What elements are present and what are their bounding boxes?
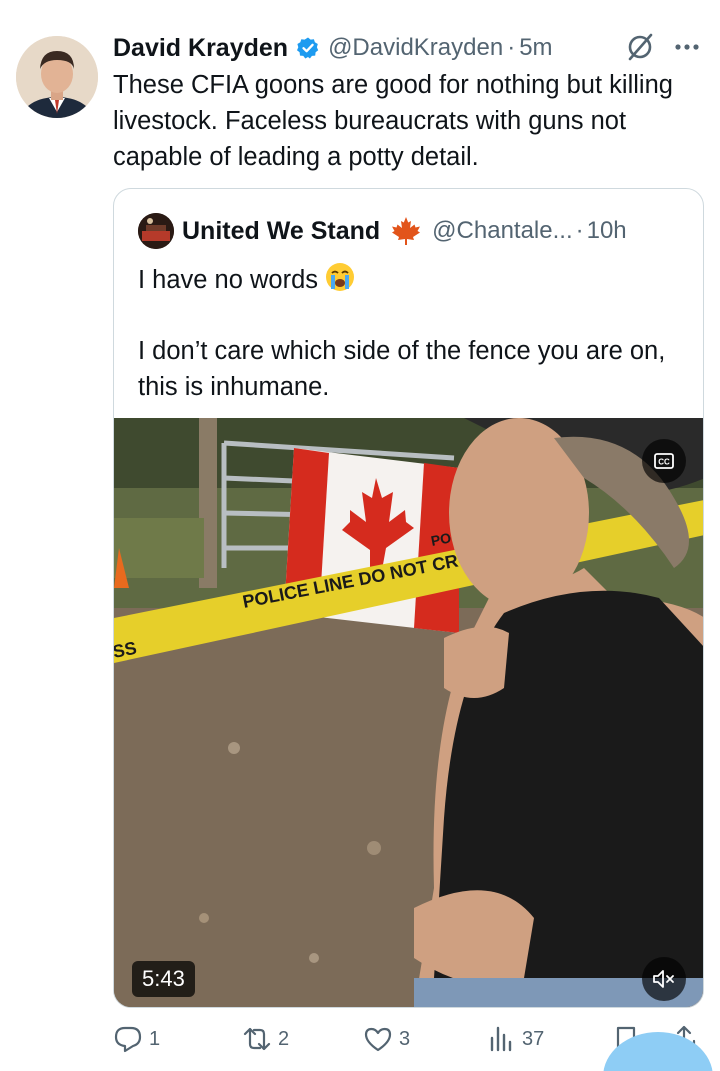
- svg-text:CC: CC: [658, 458, 670, 467]
- verified-badge-icon: [296, 36, 320, 60]
- reply-count: 1: [149, 1027, 161, 1050]
- quoted-tweet[interactable]: United We Stand @Chantale... · 10h I hav…: [113, 188, 704, 1008]
- separator-dot: ·: [507, 34, 516, 61]
- captions-button[interactable]: CC: [642, 439, 686, 483]
- reply-button[interactable]: 1: [113, 1024, 160, 1054]
- more-options-icon[interactable]: [672, 34, 702, 60]
- like-count: 3: [399, 1027, 411, 1050]
- captions-icon: CC: [654, 453, 674, 469]
- tweet[interactable]: David Krayden @DavidKrayden · 5m These C…: [0, 0, 720, 1071]
- reply-icon: [114, 1026, 142, 1053]
- quoted-author-handle: @Chantale...: [432, 217, 573, 244]
- analytics-icon: [490, 1026, 512, 1052]
- quoted-tweet-text-line1: I have no words: [138, 261, 683, 298]
- grok-icon[interactable]: [625, 32, 655, 62]
- quoted-tweet-header: United We Stand @Chantale... · 10h: [138, 213, 627, 249]
- video-frame: POLICE LINE DO NOT CROSS POLICE SS: [114, 418, 703, 1007]
- repost-count: 2: [278, 1027, 290, 1050]
- quoted-author-avatar[interactable]: [138, 213, 174, 249]
- author-name[interactable]: David Krayden: [113, 34, 288, 63]
- quoted-tweet-text-line2: I don’t care which side of the fence you…: [138, 337, 666, 401]
- like-button[interactable]: 3: [363, 1024, 410, 1054]
- views-button[interactable]: 37: [486, 1024, 544, 1054]
- video-player[interactable]: POLICE LINE DO NOT CROSS POLICE SS CC 5:…: [114, 418, 703, 1007]
- author-avatar[interactable]: [16, 36, 98, 118]
- tweet-time[interactable]: 5m: [519, 34, 552, 62]
- tweet-text: These CFIA goons are good for nothing bu…: [113, 71, 673, 171]
- separator-dot: ·: [575, 217, 584, 244]
- views-count: 37: [522, 1027, 545, 1050]
- author-handle[interactable]: @DavidKrayden: [328, 34, 503, 62]
- crying-face-icon: [324, 261, 356, 293]
- quoted-tweet-time: 10h: [586, 217, 627, 244]
- mute-button[interactable]: [642, 957, 686, 1001]
- repost-button[interactable]: 2: [242, 1024, 289, 1054]
- heart-icon: [364, 1027, 392, 1052]
- quoted-author-name: United We Stand: [182, 216, 381, 245]
- maple-leaf-icon: [390, 215, 422, 247]
- quoted-text: I have no words: [138, 266, 319, 294]
- repost-icon: [243, 1027, 271, 1051]
- video-duration: 5:43: [132, 961, 195, 997]
- tweet-header: David Krayden @DavidKrayden · 5m: [113, 30, 553, 66]
- speaker-muted-icon: [653, 970, 674, 988]
